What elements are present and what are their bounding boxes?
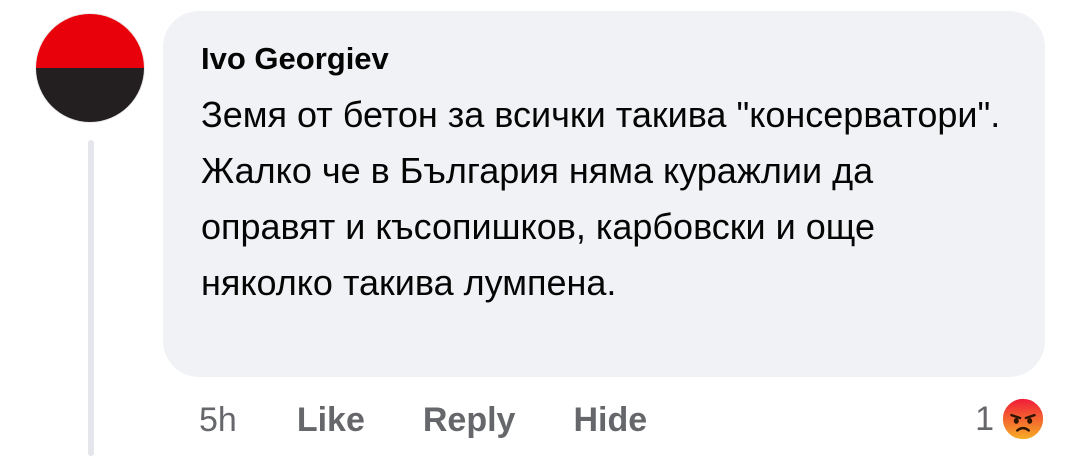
reply-button[interactable]: Reply [423, 401, 516, 440]
avatar-black-half [36, 68, 144, 122]
reaction-count: 1 [975, 399, 994, 438]
comment-bubble: Ivo Georgiev Земя от бетон за всички так… [163, 11, 1045, 377]
comment-timestamp[interactable]: 5h [199, 401, 237, 440]
comment-actions: 5h Like Reply Hide [199, 396, 705, 444]
angry-face-icon [1000, 396, 1046, 442]
hide-button[interactable]: Hide [573, 401, 647, 440]
avatar[interactable] [36, 14, 144, 122]
reaction-summary[interactable]: 1 [975, 394, 1046, 444]
like-button[interactable]: Like [297, 401, 365, 440]
avatar-red-half [36, 14, 144, 68]
comment-text: Земя от бетон за всички такива "консерва… [201, 94, 1001, 303]
comment-author[interactable]: Ivo Georgiev [201, 39, 1005, 79]
reply-thread-line [88, 140, 94, 456]
